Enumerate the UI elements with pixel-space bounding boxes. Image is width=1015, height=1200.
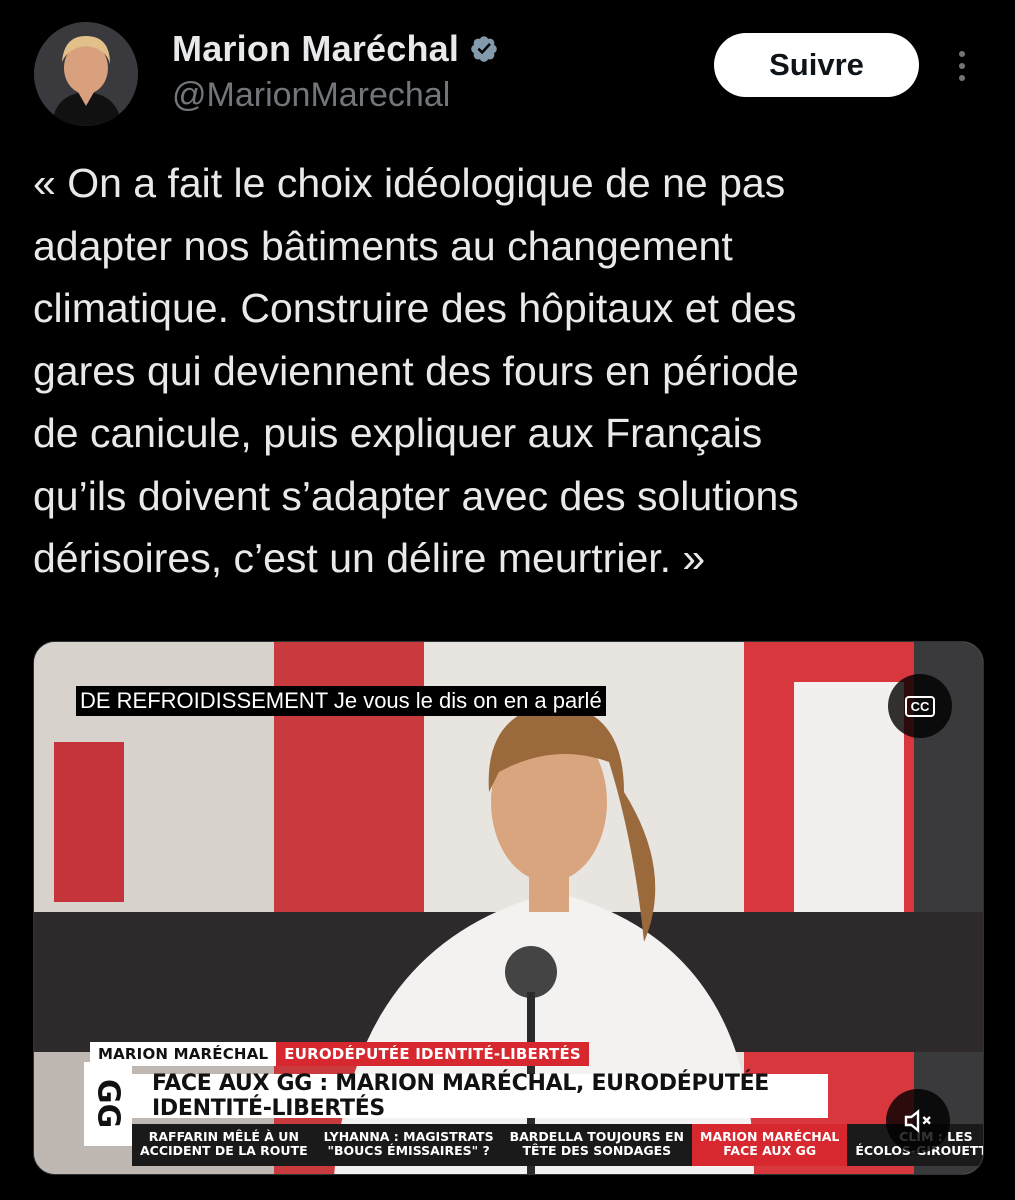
follow-button[interactable]: Suivre <box>714 33 919 97</box>
ticker-item: MARION MARÉCHAL FACE AUX GG <box>692 1124 848 1166</box>
tweet-text-line: gares qui deviennent des fours en périod… <box>33 347 799 394</box>
ticker-item-line: MARION MARÉCHAL <box>700 1129 840 1144</box>
tweet-text-line: qu’ils doivent s’adapter avec des soluti… <box>33 472 799 519</box>
news-ticker: RAFFARIN MÊLÉ À UN ACCIDENT DE LA ROUTE LY… <box>132 1124 983 1166</box>
ticker-item-line: ACCIDENT DE LA ROUTE <box>140 1143 308 1158</box>
tweet-text-line: adapter nos bâtiments au changement <box>33 222 733 269</box>
ticker-item-line: TÊTE DES SONDAGES <box>522 1143 672 1158</box>
tweet-text-line: climatique. Construire des hôpitaux et d… <box>33 285 797 331</box>
tweet-text: « On a fait le choix idéologique de ne p… <box>33 152 993 590</box>
video-caption: DE REFROIDISSEMENT Je vous le dis on en … <box>76 686 606 716</box>
ticker-item-line: LYHANNA : MAGISTRATS <box>323 1129 494 1144</box>
verified-badge-icon <box>469 34 499 64</box>
closed-captions-button[interactable]: CC <box>888 674 952 738</box>
ticker-item-line: BARDELLA TOUJOURS EN <box>509 1129 684 1144</box>
ticker-item-line: "BOUCS ÉMISSAIRES" ? <box>327 1143 490 1158</box>
volume-muted-icon[interactable] <box>886 1089 950 1153</box>
lower-third-title: FACE AUX GG : MARION MARÉCHAL, EURODÉPUT… <box>128 1071 828 1121</box>
more-vertical-icon[interactable] <box>948 44 976 88</box>
author-display-name[interactable]: Marion Maréchal <box>172 28 459 70</box>
tweet-text-line: de canicule, puis expliquer aux Français <box>33 410 763 456</box>
author-handle[interactable]: @MarionMarechal <box>172 76 450 115</box>
author-name-row: Marion Maréchal <box>172 28 499 70</box>
ticker-item: BARDELLA TOUJOURS EN TÊTE DES SONDAGES <box>501 1124 692 1166</box>
ticker-item-line: RAFFARIN MÊLÉ À UN <box>148 1129 299 1144</box>
tweet-text-line: dérisoires, c’est un délire meurtrier. » <box>33 535 706 581</box>
cc-label: CC <box>904 695 936 717</box>
ticker-item: RAFFARIN MÊLÉ À UN ACCIDENT DE LA ROUTE <box>132 1124 316 1166</box>
video-player[interactable]: DE REFROIDISSEMENT Je vous le dis on en … <box>33 641 984 1175</box>
lower-third-role: EURODÉPUTÉE IDENTITÉ-LIBERTÉS <box>276 1042 589 1066</box>
author-avatar[interactable] <box>34 22 138 126</box>
ticker-item: LYHANNA : MAGISTRATS "BOUCS ÉMISSAIRES" ? <box>315 1124 502 1166</box>
show-logo: GG <box>84 1062 132 1146</box>
lower-third-name: MARION MARÉCHAL EURODÉPUTÉE IDENTITÉ-LIB… <box>90 1042 589 1066</box>
ticker-item-line: FACE AUX GG <box>723 1143 817 1158</box>
tweet-text-line: « On a fait le choix idéologique de ne p… <box>33 160 786 206</box>
